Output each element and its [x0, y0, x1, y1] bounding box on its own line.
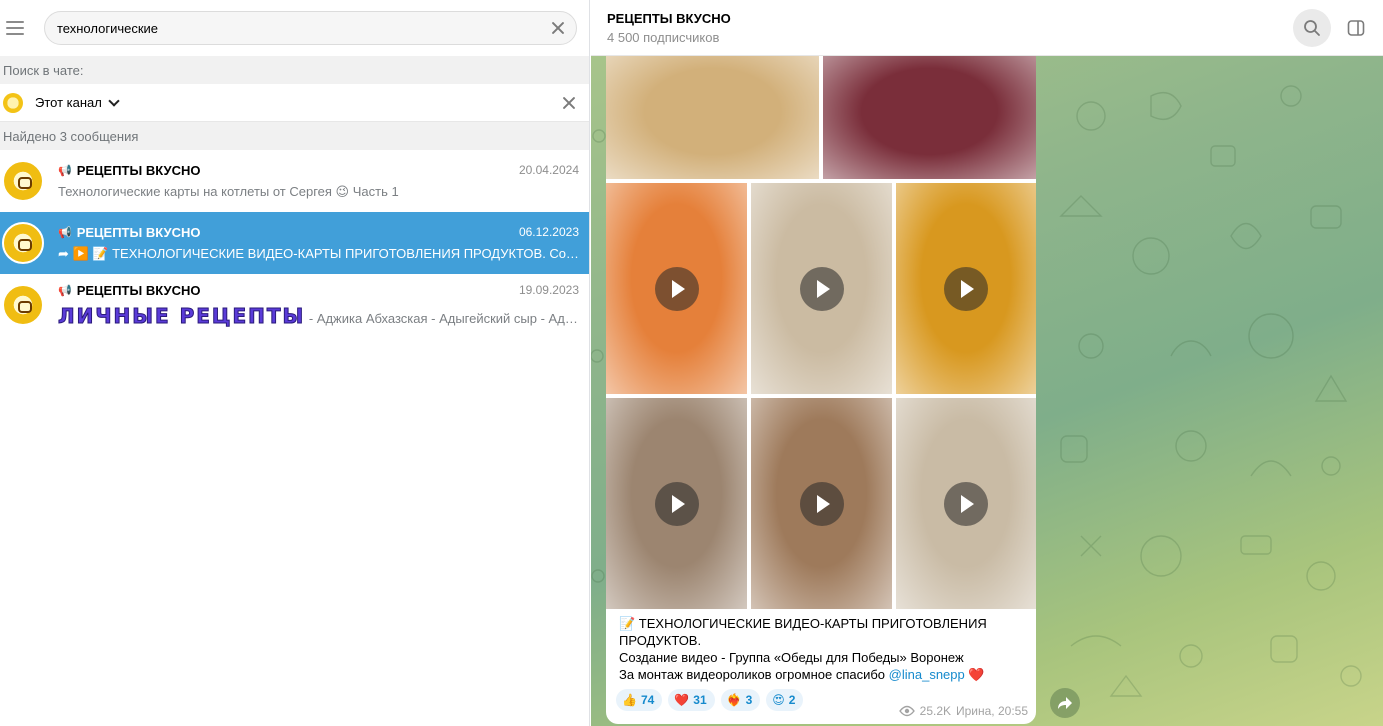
play-icon[interactable]	[944, 266, 988, 311]
fancy-sticker-text: ЛИЧНЫЕ РЕЦЕПТЫ	[58, 303, 306, 328]
video-thumbnail[interactable]	[896, 398, 1036, 609]
search-result[interactable]: 📢 РЕЦЕПТЫ ВКУСНО 20.04.2024 Технологическ…	[0, 150, 589, 212]
search-result-selected[interactable]: 📢 РЕЦЕПТЫ ВКУСНО 06.12.2023 ➦ ▶️ 📝 ТЕХНОЛ…	[0, 212, 589, 274]
clear-search-icon[interactable]	[550, 20, 566, 36]
author-time: Ирина, 20:55	[956, 704, 1028, 718]
media-album	[606, 56, 1036, 609]
hamburger-icon[interactable]	[6, 16, 30, 40]
avatar	[2, 160, 44, 202]
reaction-count: 3	[745, 693, 753, 707]
video-thumbnail[interactable]	[751, 183, 892, 394]
reaction-emoji: 😍	[772, 693, 785, 707]
chat-title[interactable]: РЕЦЕПТЫ ВКУСНО	[607, 11, 731, 26]
result-title: РЕЦЕПТЫ ВКУСНО	[76, 162, 201, 178]
heart-emoji: ❤️	[968, 667, 985, 682]
play-icon[interactable]	[944, 481, 988, 526]
chat-header[interactable]: РЕЦЕПТЫ ВКУСНО 4 500 подписчиков	[591, 0, 1383, 56]
found-count-label: Найдено 3 сообщения	[0, 122, 589, 150]
eye-icon	[898, 705, 915, 717]
chevron-down-icon	[108, 94, 120, 107]
result-title: РЕЦЕПТЫ ВКУСНО	[76, 224, 201, 240]
message-meta: 25.2K Ирина, 20:55	[898, 704, 1028, 718]
search-bar	[0, 0, 589, 56]
play-icon[interactable]	[799, 481, 844, 526]
result-date: 19.09.2023	[518, 283, 579, 297]
play-icon[interactable]	[654, 266, 699, 311]
reaction-count: 74	[640, 693, 655, 707]
video-thumbnail[interactable]	[606, 183, 747, 394]
reaction-chip[interactable]: 😍 2	[766, 689, 804, 711]
reaction-count: 2	[788, 693, 796, 707]
result-snippet-text: - Аджика Абхазская - Адыгейский сыр - Ад…	[308, 310, 579, 326]
channel-filter-dropdown[interactable]: Этот канал	[35, 94, 120, 110]
play-icon[interactable]	[799, 266, 844, 311]
reaction-emoji: 👍	[622, 693, 637, 707]
caption-thanks: За монтаж видеороликов огромное спасибо	[619, 667, 889, 682]
reaction-chip[interactable]: ❤️‍🔥 3	[720, 689, 761, 711]
left-panel: Поиск в чате: Этот канал Найдено 3 сообщ…	[0, 0, 590, 726]
video-thumbnail[interactable]	[751, 398, 892, 609]
video-thumbnail[interactable]	[823, 56, 1036, 179]
video-thumbnail[interactable]	[896, 183, 1036, 394]
search-result[interactable]: 📢 РЕЦЕПТЫ ВКУСНО 19.09.2023 ЛИЧНЫЕ РЕЦЕПТ…	[0, 274, 589, 336]
result-date: 06.12.2023	[518, 225, 579, 239]
chat-background: 📝 ТЕХНОЛОГИЧЕСКИЕ ВИДЕО-КАРТЫ ПРИГОТОВЛЕ…	[591, 56, 1383, 726]
megaphone-icon: 📢	[58, 164, 72, 177]
result-title: РЕЦЕПТЫ ВКУСНО	[76, 282, 201, 298]
subscriber-count: 4 500 подписчиков	[607, 29, 720, 45]
post-caption: 📝 ТЕХНОЛОГИЧЕСКИЕ ВИДЕО-КАРТЫ ПРИГОТОВЛЕ…	[606, 609, 1036, 683]
search-icon[interactable]	[1293, 8, 1331, 47]
close-filter-icon[interactable]	[561, 95, 577, 111]
channel-post[interactable]: 📝 ТЕХНОЛОГИЧЕСКИЕ ВИДЕО-КАРТЫ ПРИГОТОВЛЕ…	[606, 56, 1036, 724]
search-input[interactable]	[57, 20, 550, 36]
result-snippet: Технологические карты на котлеты от Серг…	[58, 183, 399, 199]
caption-line-2: Создание видео - Группа «Обеды для Побед…	[619, 650, 964, 665]
channel-filter: Этот канал	[0, 84, 589, 122]
sidebar-toggle-icon[interactable]	[1337, 9, 1375, 47]
share-arrow-icon[interactable]	[1050, 688, 1080, 718]
mention-link[interactable]: @lina_snepp	[889, 667, 965, 682]
result-date: 20.04.2024	[518, 163, 579, 177]
search-in-chat-label: Поиск в чате:	[0, 56, 589, 84]
result-snippet: ➦ ▶️ 📝 ТЕХНОЛОГИЧЕСКИЕ ВИДЕО-КАРТЫ ПРИГО…	[58, 245, 579, 261]
reaction-chip[interactable]: ❤️ 31	[668, 689, 715, 711]
reaction-chip[interactable]: 👍 74	[616, 689, 663, 711]
caption-line-3: За монтаж видеороликов огромное спасибо …	[619, 666, 1024, 683]
reaction-emoji: ❤️	[674, 693, 690, 707]
reaction-count: 31	[693, 693, 707, 707]
result-snippet: ЛИЧНЫЕ РЕЦЕПТЫ - Аджика Абхазская - Адыг…	[58, 304, 579, 328]
avatar	[2, 284, 44, 326]
megaphone-icon: 📢	[58, 284, 72, 297]
video-thumbnail[interactable]	[606, 398, 747, 609]
reaction-emoji: ❤️‍🔥	[726, 693, 742, 707]
play-icon[interactable]	[654, 481, 699, 526]
channel-mini-avatar	[3, 92, 23, 113]
caption-line-1: 📝 ТЕХНОЛОГИЧЕСКИЕ ВИДЕО-КАРТЫ ПРИГОТОВЛЕ…	[619, 616, 987, 648]
avatar	[2, 222, 44, 264]
view-count: 25.2K	[919, 704, 951, 718]
chat-panel: РЕЦЕПТЫ ВКУСНО 4 500 подписчиков 📝 ТЕХНО…	[591, 0, 1383, 726]
channel-filter-label: Этот канал	[35, 95, 102, 110]
search-results: 📢 РЕЦЕПТЫ ВКУСНО 20.04.2024 Технологическ…	[0, 150, 589, 336]
megaphone-icon: 📢	[58, 226, 72, 239]
search-box[interactable]	[44, 11, 577, 45]
video-thumbnail[interactable]	[606, 56, 819, 179]
